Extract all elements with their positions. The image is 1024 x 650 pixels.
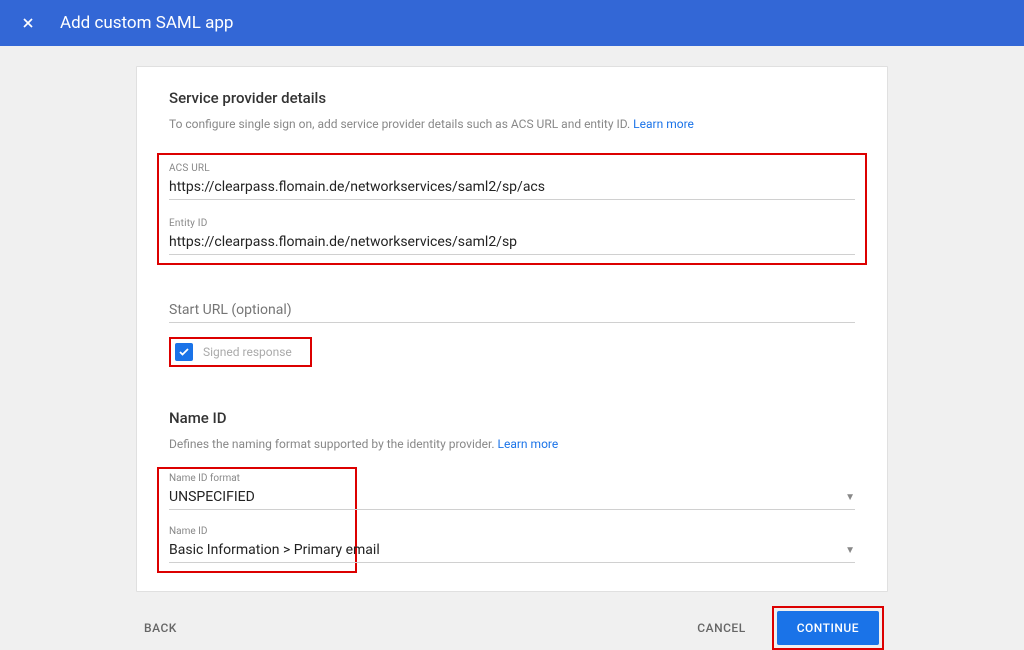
- nameid-name-value: Basic Information > Primary email: [169, 542, 380, 558]
- nameid-format-field: Name ID format UNSPECIFIED ▼: [169, 473, 855, 510]
- chevron-down-icon: ▼: [845, 492, 855, 503]
- signed-response-row: Signed response: [169, 337, 855, 367]
- nameid-name-field: Name ID Basic Information > Primary emai…: [169, 526, 855, 563]
- close-icon[interactable]: [16, 11, 40, 35]
- sp-section-desc: To configure single sign on, add service…: [169, 117, 855, 131]
- nameid-format-dropdown[interactable]: UNSPECIFIED ▼: [169, 486, 855, 510]
- sp-learn-more-link[interactable]: Learn more: [633, 117, 694, 131]
- footer: BACK CANCEL CONTINUE: [136, 606, 888, 650]
- start-url-input[interactable]: [169, 299, 855, 323]
- main-card: Service provider details To configure si…: [136, 66, 888, 592]
- acs-url-field: ACS URL: [169, 163, 855, 200]
- start-url-field: [169, 299, 855, 323]
- nameid-format-value: UNSPECIFIED: [169, 489, 255, 505]
- chevron-down-icon: ▼: [845, 545, 855, 556]
- nameid-fields-wrap: Name ID format UNSPECIFIED ▼ Name ID Bas…: [169, 473, 855, 563]
- dialog-header: Add custom SAML app: [0, 0, 1024, 46]
- dialog-title: Add custom SAML app: [60, 13, 233, 33]
- acs-url-input[interactable]: [169, 176, 855, 200]
- signed-response-checkbox[interactable]: [175, 343, 193, 361]
- sp-section-title: Service provider details: [169, 89, 855, 107]
- entity-id-label: Entity ID: [169, 218, 855, 229]
- nameid-format-label: Name ID format: [169, 473, 855, 484]
- nameid-section-title: Name ID: [169, 409, 855, 427]
- highlight-signed: Signed response: [169, 337, 312, 367]
- sp-desc-text: To configure single sign on, add service…: [169, 117, 633, 131]
- nameid-learn-more-link[interactable]: Learn more: [498, 437, 559, 451]
- continue-button[interactable]: CONTINUE: [777, 611, 879, 645]
- nameid-name-label: Name ID: [169, 526, 855, 537]
- entity-id-input[interactable]: [169, 231, 855, 255]
- acs-url-label: ACS URL: [169, 163, 855, 174]
- highlight-acs-entity: ACS URL Entity ID: [157, 153, 867, 265]
- nameid-name-dropdown[interactable]: Basic Information > Primary email ▼: [169, 539, 855, 563]
- nameid-desc-text: Defines the naming format supported by t…: [169, 437, 498, 451]
- entity-id-field: Entity ID: [169, 218, 855, 255]
- signed-response-label: Signed response: [203, 345, 292, 359]
- highlight-continue: CONTINUE: [772, 606, 884, 650]
- nameid-section-desc: Defines the naming format supported by t…: [169, 437, 855, 451]
